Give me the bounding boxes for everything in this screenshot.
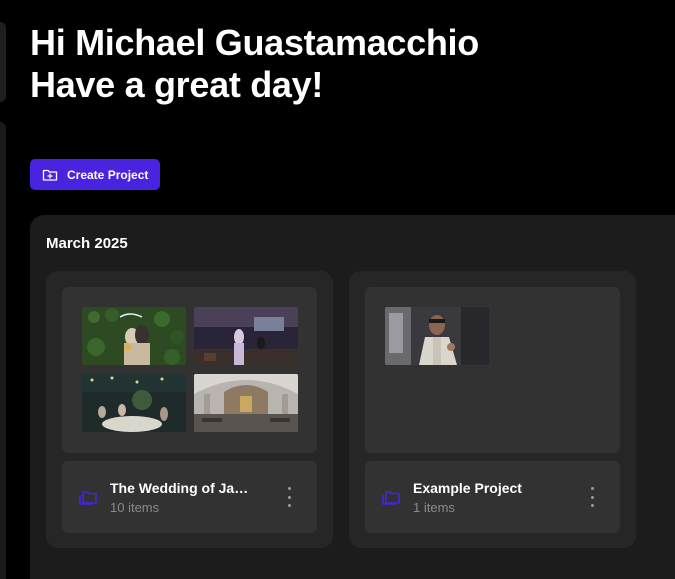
project-card-wedding[interactable]: The Wedding of Jami... 10 items [46,271,333,548]
more-options-icon[interactable] [586,485,598,509]
project-thumbnail-grid [62,287,317,453]
project-info-bar: The Wedding of Jami... 10 items [62,461,317,533]
thumbnail-reception-hall [194,307,298,365]
month-group-title: March 2025 [46,235,128,252]
greeting-line-name: Hi Michael Guastamacchio [30,22,479,63]
thumbnail-portrait [385,307,489,365]
more-options-icon[interactable] [283,485,295,509]
create-project-label: Create Project [67,167,149,182]
project-thumbnail-grid [365,287,620,453]
thumbnail-church-interior [194,374,298,432]
greeting-line-wish: Have a great day! [30,64,324,105]
folder-stack-icon [381,488,401,506]
folder-plus-icon [42,167,58,183]
project-item-count: 1 items [413,500,455,515]
project-name: The Wedding of Jami... [110,480,260,496]
project-item-count: 10 items [110,500,160,515]
project-info-bar: Example Project 1 items [365,461,620,533]
project-name: Example Project [413,480,522,496]
create-project-button[interactable]: Create Project [30,159,161,190]
sidebar-edge-top [0,22,6,102]
greeting-heading: Hi Michael Guastamacchio Have a great da… [30,22,479,106]
thumbnail-dinner-tables [82,374,186,432]
month-group-panel: March 2025 The Wedding of Jami... 10 ite… [30,215,675,579]
thumbnail-couple-greenery [82,307,186,365]
sidebar-edge-bottom [0,122,6,579]
folder-stack-icon [78,488,98,506]
project-card-example[interactable]: Example Project 1 items [349,271,636,548]
